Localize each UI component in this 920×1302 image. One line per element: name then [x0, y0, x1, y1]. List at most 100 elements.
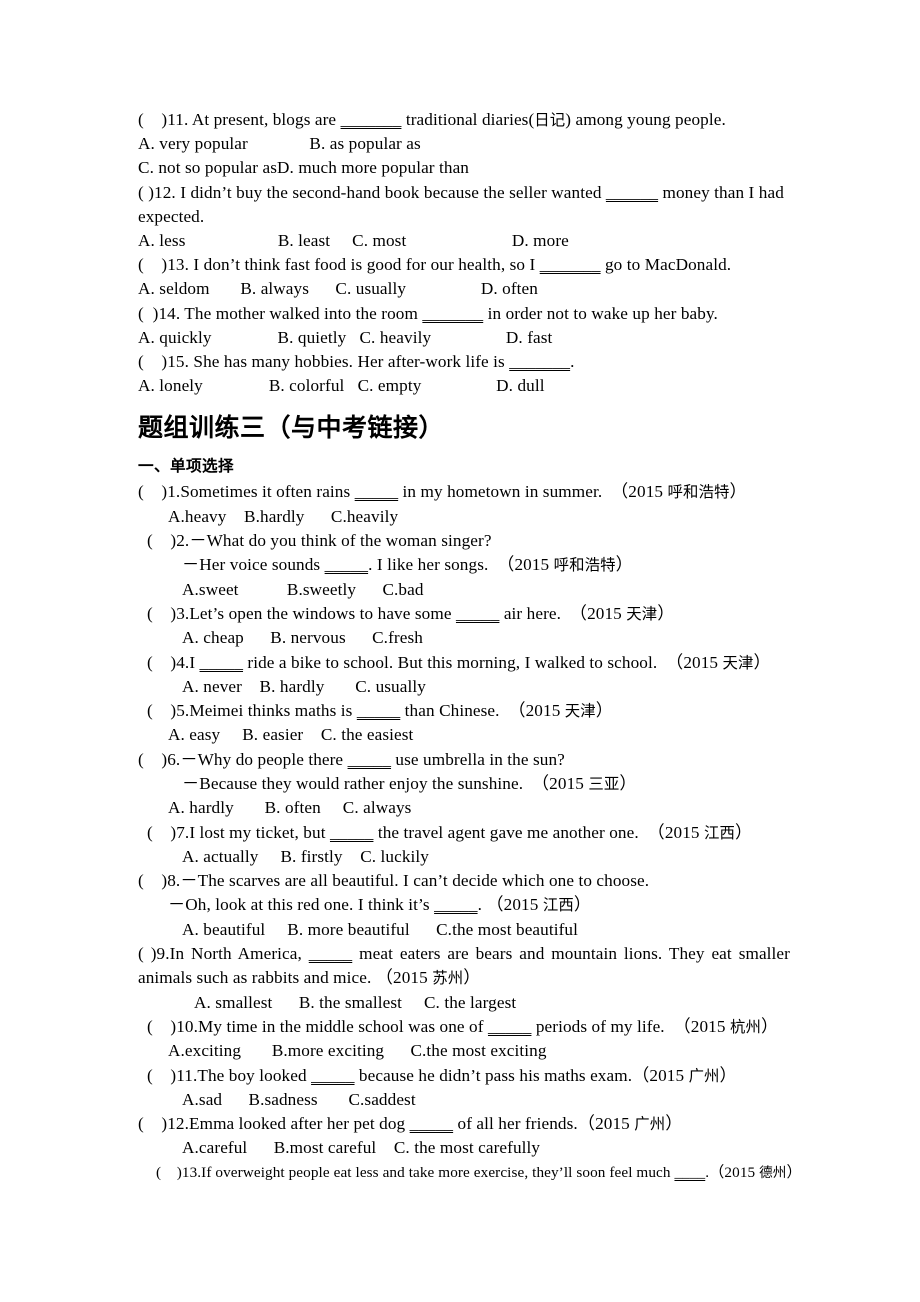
q14-stem-tail: in order not to wake up her baby. — [483, 303, 718, 323]
question-stem: ( )1.Sometimes it often rains _____ in m… — [138, 480, 790, 504]
source-city-label: 天津 — [564, 702, 596, 721]
question-option-row: A. smallest B. the smallest C. the large… — [138, 991, 790, 1015]
question-option-row: A.exciting B.more exciting C.the most ex… — [138, 1039, 790, 1063]
question-stem: ( )2.－What do you think of the woman sin… — [138, 529, 790, 553]
question-11-options-row1: A. very popular B. as popular as — [138, 134, 421, 154]
question-item: ( )8.－The scarves are all beautiful. I c… — [138, 869, 790, 942]
question-option-row: A. easy B. easier C. the easiest — [138, 723, 790, 747]
source-city-label: 江西 — [542, 896, 574, 915]
text-run: A.heavy B.hardly C.heavily — [168, 506, 399, 526]
question-item: ( )2.－What do you think of the woman sin… — [138, 529, 790, 602]
text-run: ( )4.I — [147, 652, 200, 672]
source-city-label: 广州 — [688, 1066, 720, 1085]
text-run: the travel agent gave me another one. （2… — [373, 822, 705, 842]
q13-stem-text: ( )13. I don’t think fast food is good f… — [138, 255, 540, 275]
answer-blank: _____ — [354, 482, 399, 502]
question-11-options-row2: C. not so popular asD. much more popular… — [138, 158, 470, 178]
source-city-label: 德州 — [759, 1164, 787, 1181]
text-run: A.exciting B.more exciting C.the most ex… — [168, 1041, 547, 1061]
q13-stem-tail: go to MacDonald. — [600, 255, 732, 275]
text-run: ( )8.－The scarves are all beautiful. I c… — [138, 871, 650, 891]
answer-blank: _____ — [409, 1114, 454, 1134]
question-14-stem: ( )14. The mother walked into the room _… — [138, 302, 790, 326]
question-stem: ( )12.Emma looked after her pet dog ____… — [138, 1112, 790, 1136]
question-item: ( )11.The boy looked _____ because he di… — [138, 1064, 790, 1113]
text-run: ( )12.Emma looked after her pet dog — [138, 1114, 410, 1134]
question-option-row: A. beautiful B. more beautiful C.the mos… — [138, 918, 790, 942]
text-run: A. actually B. firstly C. luckily — [182, 846, 429, 866]
answer-blank: _____ — [308, 944, 353, 964]
q11-stem-text: ( )11. At present, blogs are — [138, 110, 341, 129]
question-15-options-row1: A. lonely B. colorful C. empty D. dull — [138, 376, 545, 396]
question-item: ( )9.In North America, _____ meat eaters… — [138, 942, 790, 1015]
exercise-block-continued: ( )11. At present, blogs are _______ tra… — [138, 108, 790, 398]
answer-blank: _____ — [199, 652, 244, 672]
question-item: ( )1.Sometimes it often rains _____ in m… — [138, 480, 790, 529]
question-12-stem: ( )12. I didn’t buy the second-hand book… — [138, 181, 790, 205]
question-item: ( )13.If overweight people eat less and … — [138, 1161, 802, 1185]
q12-stem-tail: money than I had — [658, 182, 784, 202]
q11-blank: _______ — [340, 110, 402, 129]
source-city-label: 江西 — [704, 823, 735, 842]
text-run: than Chinese. （2015 — [400, 701, 565, 721]
text-run: ( )3.Let’s open the windows to have some — [147, 603, 456, 623]
text-run: ( )5.Meimei thinks maths is — [147, 701, 357, 721]
text-run: .（2015 — [705, 1163, 760, 1181]
answer-blank: _____ — [487, 1016, 532, 1036]
question-option-row: A.sweet B.sweetly C.bad — [138, 578, 790, 602]
text-run: ( )9.In North America, — [138, 944, 309, 964]
source-city-label: 天津 — [626, 604, 658, 623]
question-12-options-row1: A. less B. least C. most D. more — [138, 231, 569, 251]
text-run: A. never B. hardly C. usually — [182, 676, 426, 696]
question-option-row: －Her voice sounds _____. I like her song… — [138, 553, 790, 577]
text-run: A. cheap B. nervous C.fresh — [182, 628, 423, 648]
question-list: ( )1.Sometimes it often rains _____ in m… — [138, 480, 802, 1185]
question-stem: ( )9.In North America, _____ meat eaters… — [138, 942, 790, 991]
question-stem: ( )4.I _____ ride a bike to school. But … — [138, 651, 790, 675]
text-run: ） — [753, 652, 771, 672]
text-run: ( )6.－Why do people there — [138, 749, 348, 769]
section-subtitle: 一、单项选择 — [138, 457, 234, 476]
q13-blank: _______ — [539, 255, 601, 275]
section-title: 题组训练三（与中考链接） — [138, 413, 445, 443]
text-run: ） — [665, 1114, 683, 1134]
q14-stem-text: ( )14. The mother walked into the room — [138, 303, 423, 323]
text-run: ( )2.－What do you think of the woman sin… — [147, 531, 492, 551]
answer-blank: _____ — [434, 895, 478, 915]
question-option-row: －Because they would rather enjoy the sun… — [138, 772, 790, 796]
text-run: ） — [735, 822, 753, 842]
text-run: A.sweet B.sweetly C.bad — [182, 579, 424, 599]
question-14-options-row1: A. quickly B. quietly C. heavily D. fast — [138, 327, 553, 347]
text-run: periods of my life. （2015 — [531, 1016, 730, 1036]
text-run: ( )10.My time in the middle school was o… — [147, 1016, 488, 1036]
question-item: ( )10.My time in the middle school was o… — [138, 1015, 790, 1064]
question-11-stem: ( )11. At present, blogs are _______ tra… — [138, 108, 790, 132]
q11-stem-tail2: ) among young people. — [565, 110, 726, 129]
text-run: ( )13.If overweight people eat less and … — [156, 1163, 675, 1181]
q11-gloss: 日记 — [534, 111, 566, 129]
text-run: in my hometown in summer. （2015 — [398, 482, 668, 502]
text-run: ( )1.Sometimes it often rains — [138, 482, 355, 502]
text-run: ） — [729, 482, 747, 502]
answer-blank: _____ — [455, 603, 500, 623]
text-run: ） — [619, 774, 637, 793]
text-run: A. hardly B. often C. always — [168, 798, 412, 818]
question-option-row: A. never B. hardly C. usually — [138, 675, 790, 699]
text-run: of all her friends.（2015 — [453, 1114, 635, 1134]
question-stem: ( )13.If overweight people eat less and … — [138, 1161, 802, 1185]
answer-blank: _____ — [311, 1065, 355, 1085]
source-city-label: 天津 — [722, 653, 754, 672]
text-run: A.careful B.most careful C. the most car… — [182, 1138, 541, 1158]
text-run: ） — [463, 968, 481, 988]
question-option-row: －Oh, look at this red one. I think it’s … — [138, 893, 790, 917]
question-option-row: A. actually B. firstly C. luckily — [138, 845, 790, 869]
text-run: ride a bike to school. But this morning,… — [243, 652, 723, 672]
text-run: . （2015 — [477, 895, 543, 915]
question-stem: ( )11.The boy looked _____ because he di… — [138, 1064, 790, 1088]
question-item: ( )7.I lost my ticket, but _____ the tra… — [138, 821, 790, 870]
answer-blank: _____ — [324, 555, 369, 575]
text-run: －Her voice sounds — [182, 555, 325, 575]
question-13-stem: ( )13. I don’t think fast food is good f… — [138, 253, 790, 277]
question-12-stem-continuation: expected. — [138, 206, 205, 226]
question-item: ( )4.I _____ ride a bike to school. But … — [138, 651, 790, 700]
